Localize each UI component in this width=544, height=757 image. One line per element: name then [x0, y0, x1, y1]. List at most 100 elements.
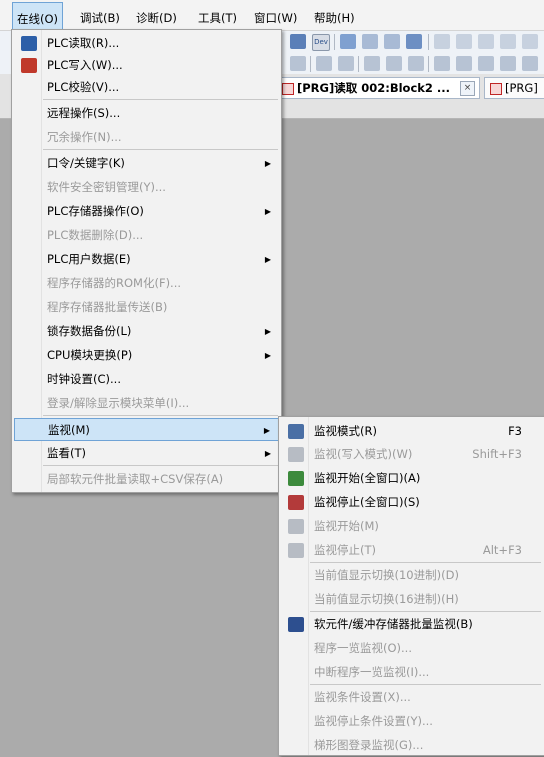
monitor-submenu-item-label: 当前值显示切换(10进制)(D) [314, 568, 459, 582]
monitor-submenu-item-label: 监视模式(R) [314, 424, 377, 438]
toolbar-icon[interactable] [500, 56, 516, 71]
toolbar-icon[interactable] [408, 56, 424, 71]
online-menu-item-17[interactable]: 监看(T) ▶ [14, 442, 279, 465]
submenu-arrow-icon: ▶ [264, 351, 271, 360]
toolbar-icon[interactable] [522, 56, 538, 71]
submenu-arrow-icon: ▶ [264, 255, 271, 264]
monitor-submenu-item-label: 监视停止条件设置(Y)... [314, 714, 433, 728]
monitor-submenu-item-label: 软元件/缓冲存储器批量监视(B) [314, 617, 473, 631]
online-menu-item-13[interactable]: CPU模块更换(P) ▶ [14, 344, 279, 367]
online-menu-item-2[interactable]: PLC校验(V)... [14, 76, 279, 99]
online-menu-item-6: 软件安全密钥管理(Y)... [14, 176, 279, 199]
online-menu-item-15: 登录/解除显示模块菜单(I)... [14, 392, 279, 415]
toolbar-icon[interactable] [522, 34, 538, 49]
monitor-submenu-item-label: 梯形图登录监视(G)... [314, 738, 424, 752]
menu-window[interactable]: 窗口(W) [250, 0, 301, 30]
dev-icon[interactable]: Dev [312, 34, 330, 51]
toolbar-icon[interactable] [478, 56, 494, 71]
toolbar-icon[interactable] [456, 34, 472, 49]
tab-prg-read-block2[interactable]: [PRG]读取 002:Block2 ... × [276, 77, 480, 99]
online-menu-item-1[interactable]: PLC写入(W)... [14, 54, 279, 77]
toolbar-icon[interactable] [406, 34, 422, 49]
menu-bar: 在线(O) 调试(B) 诊断(D) 工具(T) 窗口(W) 帮助(H) [0, 0, 544, 31]
online-menu-item-14[interactable]: 时钟设置(C)... [14, 368, 279, 391]
tab-label: [PRG] [505, 81, 538, 95]
monitor-submenu-item-8[interactable]: 软元件/缓冲存储器批量监视(B) [281, 613, 542, 636]
device-batch-monitor-icon [288, 617, 304, 632]
menu-debug[interactable]: 调试(B) [76, 0, 124, 30]
toolbar-separator [334, 34, 335, 50]
close-icon[interactable]: × [460, 81, 475, 96]
menu-separator [43, 415, 278, 416]
menu-separator [43, 149, 278, 150]
toolbar-icon[interactable] [384, 34, 400, 49]
menu-help[interactable]: 帮助(H) [310, 0, 359, 30]
online-menu-item-0[interactable]: PLC读取(R)... [14, 32, 279, 55]
menu-separator [310, 611, 541, 612]
monitor-start-icon [288, 519, 304, 534]
menu-diagnostics[interactable]: 诊断(D) [132, 0, 181, 30]
monitor-submenu-item-0[interactable]: 监视模式(R) F3 [281, 420, 542, 443]
toolbar-icon[interactable] [386, 56, 402, 71]
online-menu-item-label: PLC存储器操作(O) [47, 204, 144, 218]
toolbar-icon[interactable] [316, 56, 332, 71]
online-menu-item-label: PLC读取(R)... [47, 36, 120, 50]
online-menu-item-10: 程序存储器的ROM化(F)... [14, 272, 279, 295]
monitor-submenu-item-5: 监视停止(T) Alt+F3 [281, 539, 542, 562]
menu-separator [310, 562, 541, 563]
submenu-arrow-icon: ▶ [264, 159, 271, 168]
toolbar-separator [310, 56, 311, 72]
toolbar-icon[interactable] [500, 34, 516, 49]
online-menu-item-label: 监看(T) [47, 446, 86, 460]
online-menu-item-16[interactable]: 监视(M) ▶ [14, 418, 279, 441]
toolbar-icon[interactable] [340, 34, 356, 49]
submenu-arrow-icon: ▶ [264, 207, 271, 216]
submenu-arrow-icon: ▶ [263, 426, 270, 435]
monitor-submenu-item-label: 监视条件设置(X)... [314, 690, 411, 704]
toolbar-icon[interactable] [456, 56, 472, 71]
monitor-submenu-item-6: 当前值显示切换(10进制)(D) [281, 564, 542, 587]
toolbar-icon[interactable] [364, 56, 380, 71]
toolbar-icon[interactable] [478, 34, 494, 49]
monitor-submenu-item-label: 监视(写入模式)(W) [314, 447, 413, 461]
menu-online[interactable]: 在线(O) [12, 2, 64, 30]
monitor-submenu-item-9: 程序一览监视(O)... [281, 637, 542, 660]
toolbar-icon[interactable] [362, 34, 378, 49]
toolbar-separator [428, 56, 429, 72]
toolbar-icon[interactable] [434, 34, 450, 49]
toolbar-icon[interactable] [290, 34, 306, 49]
monitor-write-mode-icon [288, 447, 304, 462]
tab-label: [PRG]读取 002:Block2 ... [297, 81, 451, 95]
online-menu-item-7[interactable]: PLC存储器操作(O) ▶ [14, 200, 279, 223]
plc-read-icon [21, 36, 37, 51]
tab-prg[interactable]: [PRG] [484, 77, 544, 99]
online-menu-item-label: 锁存数据备份(L) [47, 324, 132, 338]
menu-separator [43, 99, 278, 100]
shortcut-key: F3 [508, 424, 522, 438]
monitor-submenu-item-11: 监视条件设置(X)... [281, 686, 542, 709]
monitor-start-all-icon [288, 471, 304, 486]
online-menu-item-9[interactable]: PLC用户数据(E) ▶ [14, 248, 279, 271]
online-menu-item-label: PLC校验(V)... [47, 80, 120, 94]
online-menu-item-label: 口令/关键字(K) [47, 156, 125, 170]
toolbar-icon[interactable] [338, 56, 354, 71]
menu-tools[interactable]: 工具(T) [194, 0, 241, 30]
monitor-submenu-item-10: 中断程序一览监视(I)... [281, 661, 542, 684]
monitor-submenu-item-3[interactable]: 监视停止(全窗口)(S) [281, 491, 542, 514]
toolbar-icon[interactable] [290, 56, 306, 71]
online-menu-item-label: 远程操作(S)... [47, 106, 121, 120]
monitor-submenu-item-2[interactable]: 监视开始(全窗口)(A) [281, 467, 542, 490]
monitor-submenu-item-label: 中断程序一览监视(I)... [314, 665, 430, 679]
toolbar-icon[interactable] [434, 56, 450, 71]
online-menu-item-3[interactable]: 远程操作(S)... [14, 102, 279, 125]
online-menu-item-5[interactable]: 口令/关键字(K) ▶ [14, 152, 279, 175]
monitor-submenu-item-label: 程序一览监视(O)... [314, 641, 412, 655]
monitor-submenu-item-label: 监视开始(全窗口)(A) [314, 471, 421, 485]
monitor-submenu-item-13: 梯形图登录监视(G)... [281, 734, 542, 757]
monitor-submenu-item-label: 监视停止(T) [314, 543, 376, 557]
online-menu-item-label: CPU模块更换(P) [47, 348, 133, 362]
online-menu-item-8: PLC数据删除(D)... [14, 224, 279, 247]
online-menu-item-12[interactable]: 锁存数据备份(L) ▶ [14, 320, 279, 343]
online-menu-item-label: 局部软元件批量读取+CSV保存(A) [47, 472, 224, 486]
monitor-submenu-item-4: 监视开始(M) [281, 515, 542, 538]
